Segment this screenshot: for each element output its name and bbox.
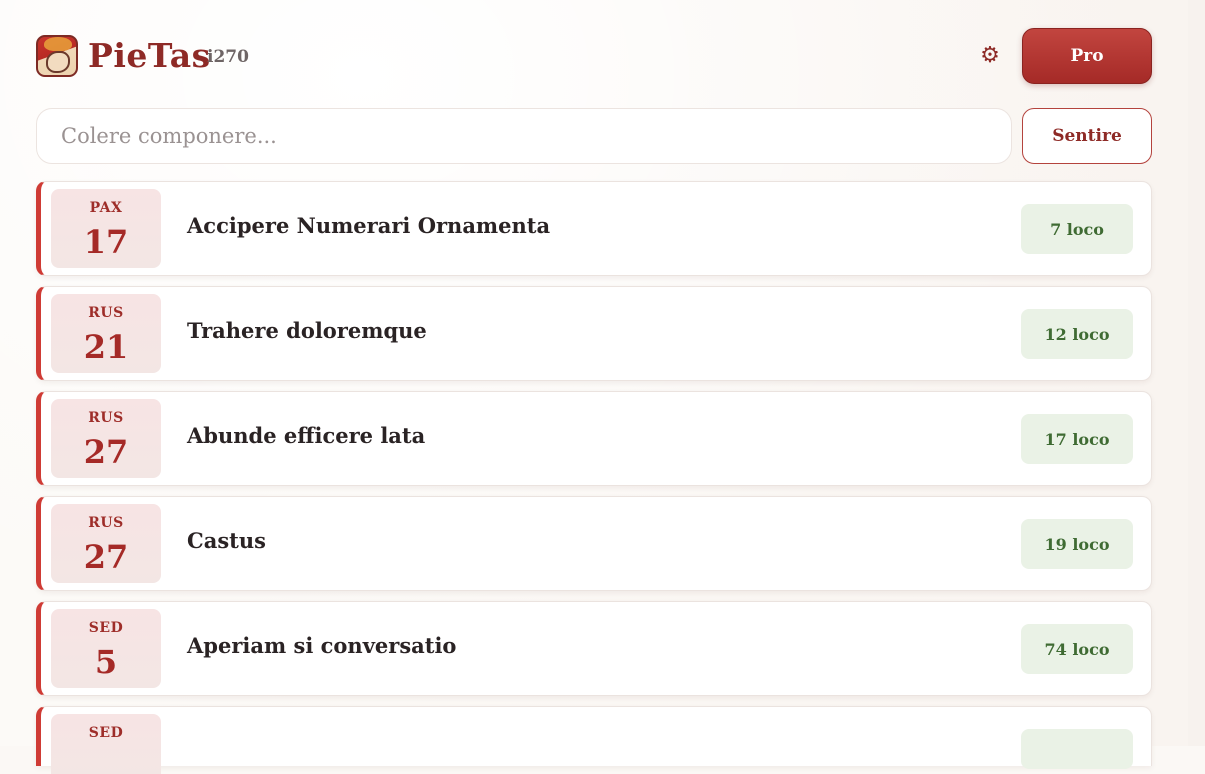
date-badge: RUS 21 — [51, 294, 161, 373]
date-weekday: RUS — [88, 305, 124, 321]
list-item[interactable]: RUS 27 Castus 19 loco — [36, 496, 1152, 591]
app-version: i270 — [207, 47, 249, 67]
date-day: 17 — [83, 223, 129, 261]
date-badge: PAX 17 — [51, 189, 161, 268]
date-day: 5 — [94, 643, 118, 681]
search-row: Sentire — [36, 108, 1152, 164]
date-weekday: SED — [88, 620, 124, 636]
count-badge: 74 loco — [1021, 624, 1133, 674]
date-badge: RUS 27 — [51, 504, 161, 583]
list-item[interactable]: PAX 17 Accipere Numerari Ornamenta 7 loc… — [36, 181, 1152, 276]
entry-title: Accipere Numerari Ornamenta — [187, 213, 551, 238]
listen-button[interactable]: Sentire — [1022, 108, 1152, 164]
date-badge: SED 5 — [51, 609, 161, 688]
list-item[interactable]: RUS 21 Trahere doloremque 12 loco — [36, 286, 1152, 381]
count-badge: 7 loco — [1021, 204, 1133, 254]
count-badge: 19 loco — [1021, 519, 1133, 569]
count-badge: 17 loco — [1021, 414, 1133, 464]
date-weekday: PAX — [89, 200, 123, 216]
logo-face — [46, 51, 70, 73]
app-header: PieTas i270 ⚙ Pro — [36, 28, 1152, 84]
date-day: 27 — [83, 433, 129, 471]
list-item[interactable]: SED 5 Aperiam si conversatio 74 loco — [36, 601, 1152, 696]
date-day: 27 — [83, 538, 129, 576]
search-input[interactable] — [36, 108, 1012, 164]
app-title: PieTas — [88, 36, 211, 75]
pro-button[interactable]: Pro — [1022, 28, 1152, 84]
date-day: 21 — [83, 328, 129, 366]
list-item[interactable]: RUS 27 Abunde efficere lata 17 loco — [36, 391, 1152, 486]
entry-title: Castus — [187, 528, 266, 553]
date-weekday: RUS — [88, 410, 124, 426]
page-scrollbar[interactable] — [1188, 0, 1205, 746]
date-badge: SED — [51, 714, 161, 774]
gear-icon[interactable]: ⚙ — [977, 43, 1003, 69]
entry-title: Trahere doloremque — [187, 318, 427, 343]
app-logo-icon — [36, 35, 78, 77]
logo-flame — [44, 37, 72, 51]
entry-title: Abunde efficere lata — [187, 423, 426, 448]
date-badge: RUS 27 — [51, 399, 161, 478]
count-badge — [1021, 729, 1133, 769]
entry-title: Aperiam si conversatio — [187, 633, 457, 658]
date-weekday: RUS — [88, 515, 124, 531]
date-weekday: SED — [88, 725, 124, 741]
count-badge: 12 loco — [1021, 309, 1133, 359]
list-item[interactable]: SED — [36, 706, 1152, 774]
